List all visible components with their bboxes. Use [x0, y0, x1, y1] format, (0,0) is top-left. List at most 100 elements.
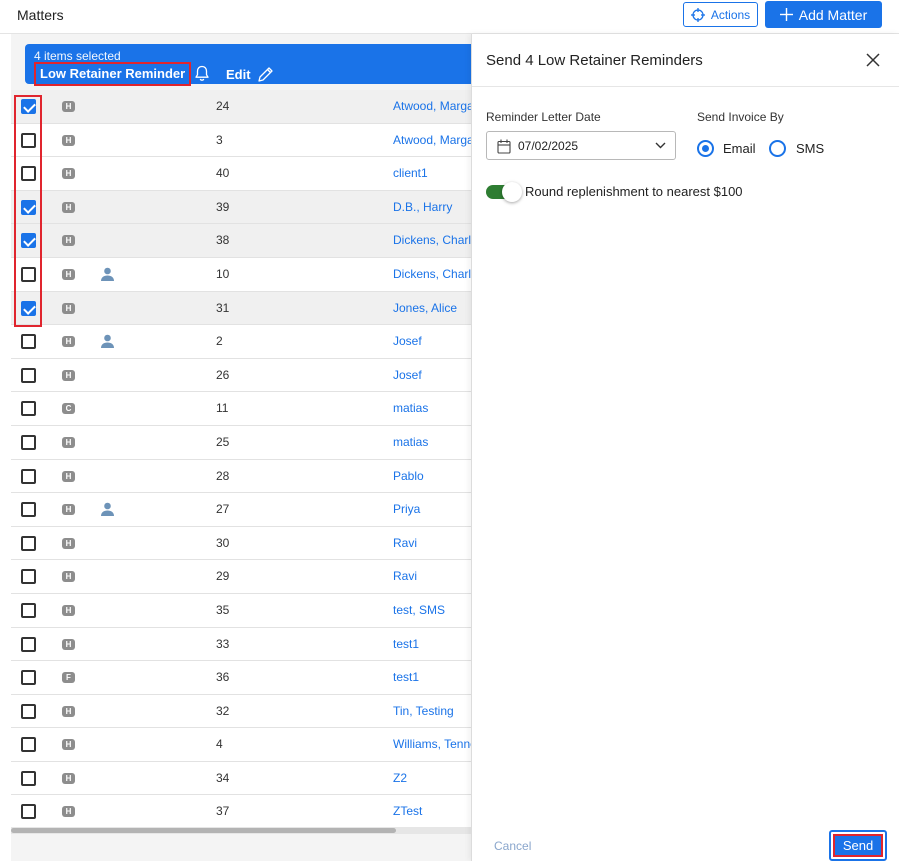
row-checkbox[interactable]: [21, 569, 36, 585]
scrollbar-thumb[interactable]: [11, 828, 396, 833]
row-checkbox[interactable]: [21, 770, 36, 786]
matter-number: 30: [216, 535, 230, 550]
matter-number: 36: [216, 670, 230, 685]
matter-number: 24: [216, 99, 230, 113]
edit-button[interactable]: Edit: [226, 66, 274, 83]
row-checkbox[interactable]: [21, 401, 36, 417]
table-row[interactable]: H 39 D.B., Harry: [11, 190, 471, 225]
row-checkbox[interactable]: [21, 434, 36, 450]
client-link[interactable]: Tin, Testing: [393, 704, 471, 718]
table-row[interactable]: H 32 Tin, Testing: [11, 694, 471, 729]
row-checkbox[interactable]: [21, 468, 36, 484]
table-row[interactable]: H 31 Jones, Alice: [11, 291, 471, 326]
send-button[interactable]: Send: [833, 834, 883, 857]
row-checkbox[interactable]: [21, 636, 36, 652]
client-link[interactable]: test1: [393, 670, 471, 684]
client-link[interactable]: Priya: [393, 502, 471, 516]
row-checkbox[interactable]: [21, 99, 36, 114]
table-row[interactable]: H 26 Josef: [11, 358, 471, 393]
row-checkbox[interactable]: [21, 367, 36, 383]
client-link[interactable]: Josef: [393, 334, 471, 348]
row-checkbox[interactable]: [21, 703, 36, 719]
matter-type-badge: H: [62, 302, 75, 314]
matter-number: 38: [216, 233, 230, 248]
low-retainer-reminder-button[interactable]: Low Retainer Reminder: [34, 62, 192, 86]
person-icon: [100, 334, 115, 351]
client-link[interactable]: ZTest: [393, 804, 471, 818]
send-reminders-panel: Send 4 Low Retainer Reminders Reminder L…: [471, 34, 899, 861]
table-row[interactable]: H 33 test1: [11, 627, 471, 662]
matter-number: 27: [216, 502, 230, 517]
sms-radio[interactable]: [769, 140, 786, 157]
client-link[interactable]: Williams, Tennessee: [393, 737, 471, 751]
table-row[interactable]: H 37 ZTest: [11, 795, 471, 830]
table-row[interactable]: C 11 matias: [11, 392, 471, 426]
client-link[interactable]: matias: [393, 435, 471, 449]
actions-button[interactable]: Actions: [683, 2, 758, 27]
row-checkbox[interactable]: [21, 737, 36, 753]
matter-type-badge: H: [62, 571, 75, 583]
close-icon[interactable]: [864, 51, 882, 69]
table-row[interactable]: H 30 Ravi: [11, 526, 471, 561]
client-link[interactable]: Atwood, Margaret: [393, 99, 471, 113]
table-row[interactable]: H 4 Williams, Tennessee: [11, 728, 471, 762]
round-replenishment-toggle[interactable]: [486, 182, 522, 202]
client-link[interactable]: test, SMS: [393, 603, 471, 617]
table-row[interactable]: H 25 matias: [11, 425, 471, 460]
row-checkbox[interactable]: [21, 266, 36, 282]
client-link[interactable]: Dickens, Charles: [393, 233, 471, 247]
table-row[interactable]: H 3 Atwood, Margaret: [11, 123, 471, 158]
row-checkbox[interactable]: [21, 804, 36, 820]
client-link[interactable]: Atwood, Margaret: [393, 133, 471, 147]
row-checkbox[interactable]: [21, 166, 36, 182]
table-row[interactable]: H 28 Pablo: [11, 459, 471, 494]
table-row[interactable]: F 36 test1: [11, 661, 471, 695]
client-link[interactable]: Ravi: [393, 536, 471, 550]
table-row[interactable]: H 10 Dickens, Charles: [11, 257, 471, 292]
bell-icon[interactable]: [194, 65, 210, 82]
matter-number: 33: [216, 636, 230, 651]
sms-radio-label[interactable]: SMS: [796, 141, 824, 156]
reminder-date-picker[interactable]: 07/02/2025: [486, 131, 676, 160]
client-link[interactable]: D.B., Harry: [393, 200, 471, 214]
row-checkbox[interactable]: [21, 670, 36, 686]
row-checkbox[interactable]: [21, 199, 36, 215]
client-link[interactable]: Josef: [393, 368, 471, 382]
client-link[interactable]: Pablo: [393, 469, 471, 483]
table-row[interactable]: H 24 Atwood, Margaret: [11, 90, 471, 124]
table-body: H24Atwood, MargaretH3Atwood, MargaretH40…: [11, 90, 471, 830]
client-link[interactable]: client1: [393, 166, 471, 180]
client-link[interactable]: Z2: [393, 771, 471, 785]
row-checkbox[interactable]: [21, 535, 36, 551]
horizontal-scrollbar[interactable]: [11, 827, 471, 834]
table-row[interactable]: H 27 Priya: [11, 493, 471, 527]
email-radio[interactable]: [697, 140, 714, 157]
client-link[interactable]: Jones, Alice: [393, 301, 471, 315]
table-row[interactable]: H 29 Ravi: [11, 560, 471, 594]
row-checkbox[interactable]: [21, 502, 36, 518]
table-row[interactable]: H 40 client1: [11, 157, 471, 191]
add-matter-button[interactable]: Add Matter: [765, 1, 882, 28]
matter-number: 28: [216, 468, 230, 483]
table-row[interactable]: H 2 Josef: [11, 325, 471, 359]
row-checkbox[interactable]: [21, 233, 36, 249]
matter-type-badge: H: [62, 268, 75, 280]
matter-type-badge: H: [62, 201, 75, 213]
edit-label: Edit: [226, 67, 251, 82]
table-row[interactable]: H 38 Dickens, Charles: [11, 224, 471, 258]
table-row[interactable]: H 34 Z2: [11, 761, 471, 796]
client-link[interactable]: Ravi: [393, 569, 471, 583]
matter-type-badge: H: [62, 470, 75, 482]
client-link[interactable]: Dickens, Charles: [393, 267, 471, 281]
row-checkbox[interactable]: [21, 132, 36, 148]
matter-type-badge: H: [62, 336, 75, 348]
email-radio-label[interactable]: Email: [723, 141, 756, 156]
row-checkbox[interactable]: [21, 300, 36, 316]
client-link[interactable]: test1: [393, 637, 471, 651]
matter-type-badge: H: [62, 537, 75, 549]
row-checkbox[interactable]: [21, 334, 36, 350]
table-row[interactable]: H 35 test, SMS: [11, 593, 471, 628]
row-checkbox[interactable]: [21, 602, 36, 618]
client-link[interactable]: matias: [393, 401, 471, 415]
cancel-button[interactable]: Cancel: [494, 839, 531, 853]
